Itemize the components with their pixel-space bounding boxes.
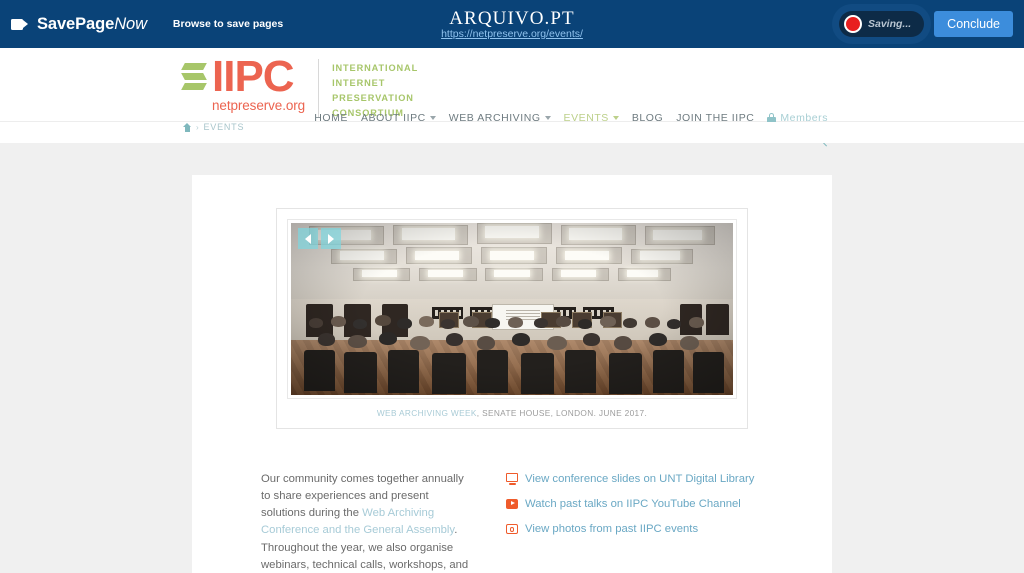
page-background: WEB ARCHIVING WEEK, SENATE HOUSE, LONDON… <box>0 143 1024 573</box>
site-header: IIPC netpreserve.org INTERNATIONAL INTER… <box>0 48 1024 147</box>
photo-caption: WEB ARCHIVING WEEK, SENATE HOUSE, LONDON… <box>287 399 737 428</box>
photo-caption-rest: , SENATE HOUSE, LONDON. JUNE 2017. <box>476 408 648 418</box>
link-unt-digital-library[interactable]: View conference slides on UNT Digital Li… <box>506 473 754 485</box>
iipc-full-name-line-3: PRESERVATION <box>332 92 414 103</box>
camera-icon <box>506 523 518 535</box>
iipc-wordmark: IIPC netpreserve.org <box>212 52 306 114</box>
record-dot-icon <box>843 15 862 33</box>
link-past-event-photos[interactable]: View photos from past IIPC events <box>506 523 754 535</box>
iipc-letters: IIPC <box>212 52 295 101</box>
iipc-full-name-line-1: INTERNATIONAL <box>332 63 419 73</box>
slider-next-button[interactable] <box>321 228 341 249</box>
slider-controls <box>298 228 341 249</box>
events-intro-section: Our community comes together annually to… <box>192 429 832 573</box>
saving-status-badge: Saving... <box>838 11 925 37</box>
monitor-icon <box>506 473 518 485</box>
logo-divider <box>318 59 320 117</box>
savepagenow-title-italic: Now <box>114 14 147 33</box>
savepagenow-title: SavePageNow <box>37 15 147 34</box>
home-icon[interactable] <box>183 122 192 132</box>
chevron-down-icon <box>544 116 551 120</box>
browse-to-save-note: Browse to save pages <box>172 18 284 30</box>
link-iipc-youtube-channel[interactable]: Watch past talks on IIPC YouTube Channel <box>506 498 754 510</box>
events-intro-paragraph: Our community comes together annually to… <box>261 471 476 573</box>
savepagenow-toolbar: SavePageNow Browse to save pages ARQUIVO… <box>0 0 1024 48</box>
iipc-logo-mark: IIPC netpreserve.org <box>181 52 306 114</box>
link-past-event-photos-label: View photos from past IIPC events <box>525 523 699 535</box>
breadcrumb-band: › EVENTS <box>0 122 1024 143</box>
link-unt-digital-library-label: View conference slides on UNT Digital Li… <box>525 473 755 485</box>
content-card: WEB ARCHIVING WEEK, SENATE HOUSE, LONDON… <box>192 175 832 573</box>
breadcrumb: › EVENTS <box>183 122 244 132</box>
photo-audience <box>291 288 733 395</box>
chevron-down-icon <box>429 116 436 120</box>
chevron-stack-icon <box>181 57 210 101</box>
breadcrumb-current: EVENTS <box>203 122 245 132</box>
slider-prev-button[interactable] <box>298 228 318 249</box>
archived-url-link[interactable]: https://netpreserve.org/events/ <box>441 29 583 40</box>
image-slider-frame: WEB ARCHIVING WEEK, SENATE HOUSE, LONDON… <box>276 208 748 429</box>
savepagenow-title-bold: SavePage <box>37 14 115 33</box>
iipc-full-name-line-2: INTERNET <box>332 77 386 88</box>
image-slider-inner <box>287 219 737 399</box>
youtube-icon <box>506 498 518 510</box>
conference-room-photo <box>291 223 733 395</box>
savebar-actions: Saving... Conclude <box>838 0 1013 48</box>
resource-links-list: View conference slides on UNT Digital Li… <box>506 471 754 573</box>
photo-caption-link[interactable]: WEB ARCHIVING WEEK <box>377 408 477 418</box>
savepagenow-brand-group: SavePageNow Browse to save pages <box>0 15 283 34</box>
chevron-down-icon <box>612 116 619 120</box>
conclude-button[interactable]: Conclude <box>934 11 1013 37</box>
breadcrumb-separator: › <box>196 122 200 132</box>
saving-status-label: Saving... <box>867 18 912 30</box>
link-iipc-youtube-channel-label: Watch past talks on IIPC YouTube Channel <box>525 498 741 510</box>
arquivo-pt-logo: ARQUIVO.PT <box>449 7 575 29</box>
video-camera-icon <box>11 18 28 30</box>
netpreserve-tagline: netpreserve.org <box>212 98 306 114</box>
